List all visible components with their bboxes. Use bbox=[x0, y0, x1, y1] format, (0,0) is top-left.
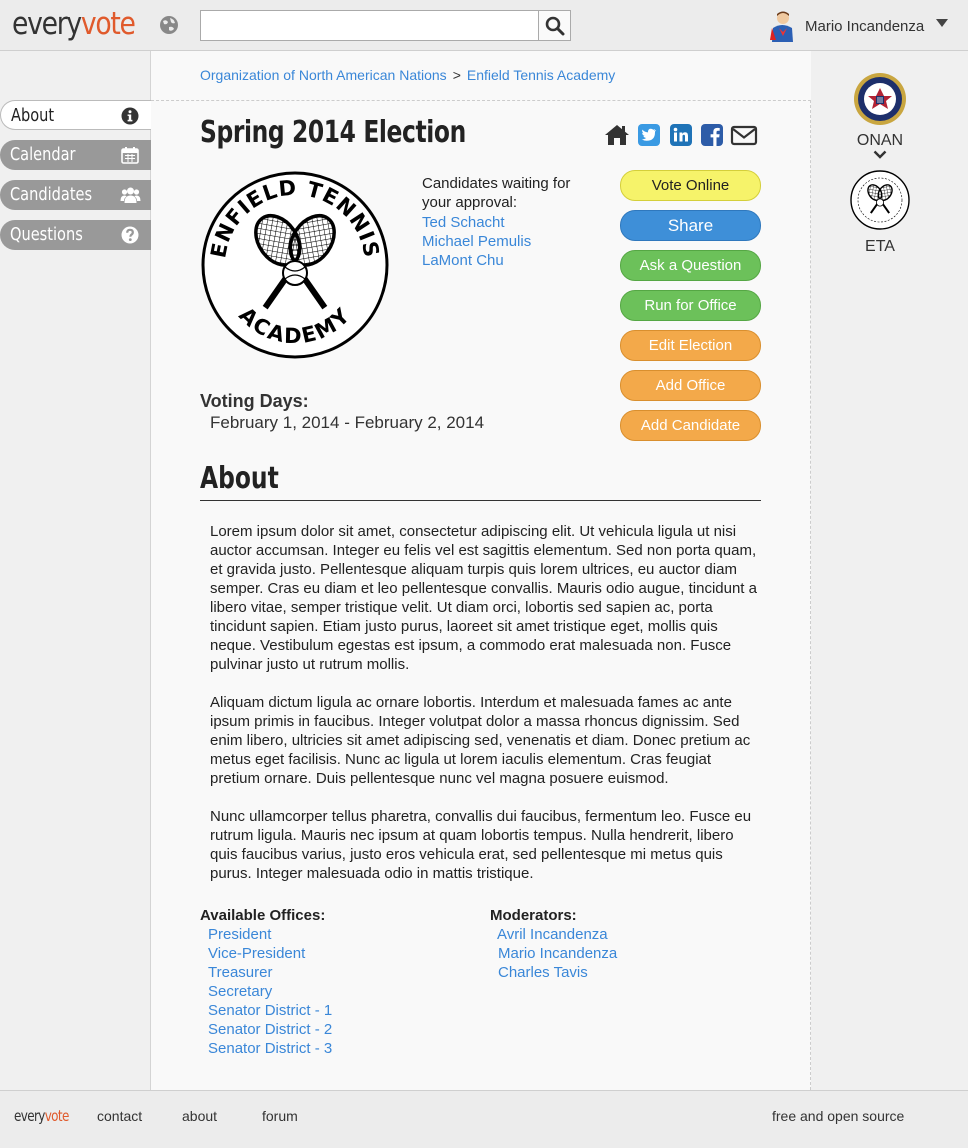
users-icon bbox=[120, 187, 141, 203]
eta-logo[interactable] bbox=[850, 170, 910, 230]
voting-days-value: February 1, 2014 - February 2, 2014 bbox=[210, 413, 485, 432]
breadcrumb: Organization of North American Nations > E… bbox=[200, 67, 615, 83]
waiting-candidate-link[interactable]: LaMont Chu bbox=[422, 252, 504, 269]
everyvote-logo[interactable]: everyvote bbox=[12, 6, 136, 42]
caret-down-icon[interactable] bbox=[935, 18, 949, 28]
user-avatar[interactable] bbox=[768, 10, 796, 42]
breadcrumb-separator: > bbox=[452, 67, 461, 83]
footer: everyvote contact about forum free and o… bbox=[0, 1090, 968, 1148]
about-paragraph: Aliquam dictum ligula ac ornare lobortis… bbox=[210, 694, 751, 787]
share-button[interactable]: Share bbox=[620, 210, 761, 241]
office-link[interactable]: Senator District - 3 bbox=[208, 1040, 332, 1057]
info-icon bbox=[121, 107, 139, 125]
voting-days-label: Voting Days: bbox=[200, 391, 309, 411]
waiting-candidate-link[interactable]: Ted Schacht bbox=[422, 214, 505, 231]
run-for-office-button[interactable]: Run for Office bbox=[620, 290, 761, 321]
globe-icon[interactable] bbox=[159, 15, 179, 35]
org-label-onan[interactable]: ONAN bbox=[840, 132, 920, 150]
ask-question-button[interactable]: Ask a Question bbox=[620, 250, 761, 281]
linkedin-icon[interactable] bbox=[669, 122, 693, 148]
vote-online-button[interactable]: Vote Online bbox=[620, 170, 761, 201]
office-link[interactable]: Vice-President bbox=[208, 945, 305, 962]
logo-vote: vote bbox=[80, 6, 136, 42]
election-organization-logo: ENFIELD TENNIS ACADEMY bbox=[201, 171, 389, 359]
page-title: Spring 2014 Election bbox=[200, 115, 466, 150]
about-paragraph: Lorem ipsum dolor sit amet, consectetur … bbox=[210, 523, 757, 673]
available-offices-label: Available Offices: bbox=[200, 907, 326, 924]
footer-link-about[interactable]: about bbox=[182, 1108, 217, 1124]
footer-free-open-source[interactable]: free and open source bbox=[772, 1108, 904, 1124]
org-label-eta[interactable]: ETA bbox=[840, 238, 920, 256]
footer-logo[interactable]: everyvote bbox=[14, 1107, 69, 1125]
about-heading: About bbox=[200, 461, 761, 501]
top-header: everyvote Mario Incandenza bbox=[0, 0, 968, 51]
calendar-icon bbox=[121, 147, 139, 164]
footer-logo-every: every bbox=[14, 1107, 45, 1125]
facebook-icon[interactable] bbox=[700, 122, 724, 148]
office-link[interactable]: President bbox=[208, 926, 271, 943]
moderators-label: Moderators: bbox=[490, 907, 577, 924]
user-name[interactable]: Mario Incandenza bbox=[805, 18, 924, 35]
moderator-link[interactable]: Charles Tavis bbox=[498, 964, 588, 981]
add-candidate-button[interactable]: Add Candidate bbox=[620, 410, 761, 441]
search-icon bbox=[545, 16, 565, 36]
moderator-link[interactable]: Mario Incandenza bbox=[498, 945, 617, 962]
twitter-icon[interactable] bbox=[637, 122, 661, 148]
nav-item-label: Calendar bbox=[10, 144, 76, 165]
nav-item-questions[interactable]: Questions bbox=[0, 220, 151, 250]
office-link[interactable]: Senator District - 1 bbox=[208, 1002, 332, 1019]
nav-item-label: About bbox=[11, 105, 55, 126]
add-office-button[interactable]: Add Office bbox=[620, 370, 761, 401]
office-link[interactable]: Secretary bbox=[208, 983, 272, 1000]
logo-every: every bbox=[12, 6, 82, 42]
moderator-link[interactable]: Avril Incandenza bbox=[497, 926, 608, 943]
search-button[interactable] bbox=[538, 10, 571, 41]
nav-item-label: Candidates bbox=[10, 184, 93, 205]
office-link[interactable]: Senator District - 2 bbox=[208, 1021, 332, 1038]
office-link[interactable]: Treasurer bbox=[208, 964, 272, 981]
nav-item-label: Questions bbox=[10, 224, 83, 245]
chevron-down-icon[interactable] bbox=[873, 150, 887, 159]
nav-item-calendar[interactable]: Calendar bbox=[0, 140, 151, 170]
search-input[interactable] bbox=[200, 10, 539, 41]
waiting-candidate-link[interactable]: Michael Pemulis bbox=[422, 233, 531, 250]
edit-election-button[interactable]: Edit Election bbox=[620, 330, 761, 361]
question-icon bbox=[121, 226, 139, 244]
breadcrumb-onan[interactable]: Organization of North American Nations bbox=[200, 67, 447, 83]
nav-item-about[interactable]: About bbox=[0, 100, 151, 130]
footer-logo-vote: vote bbox=[44, 1107, 70, 1125]
about-paragraph: Nunc ullamcorper tellus pharetra, conval… bbox=[210, 808, 752, 882]
email-icon[interactable] bbox=[730, 122, 758, 148]
home-icon[interactable] bbox=[604, 122, 630, 148]
footer-link-contact[interactable]: contact bbox=[97, 1108, 142, 1124]
breadcrumb-eta[interactable]: Enfield Tennis Academy bbox=[467, 67, 615, 83]
footer-link-forum[interactable]: forum bbox=[262, 1108, 298, 1124]
onan-seal-logo[interactable] bbox=[853, 72, 907, 126]
candidates-waiting-label: Candidates waiting for your approval: bbox=[422, 175, 571, 211]
about-heading-text: About bbox=[200, 461, 279, 496]
nav-item-candidates[interactable]: Candidates bbox=[0, 180, 151, 210]
